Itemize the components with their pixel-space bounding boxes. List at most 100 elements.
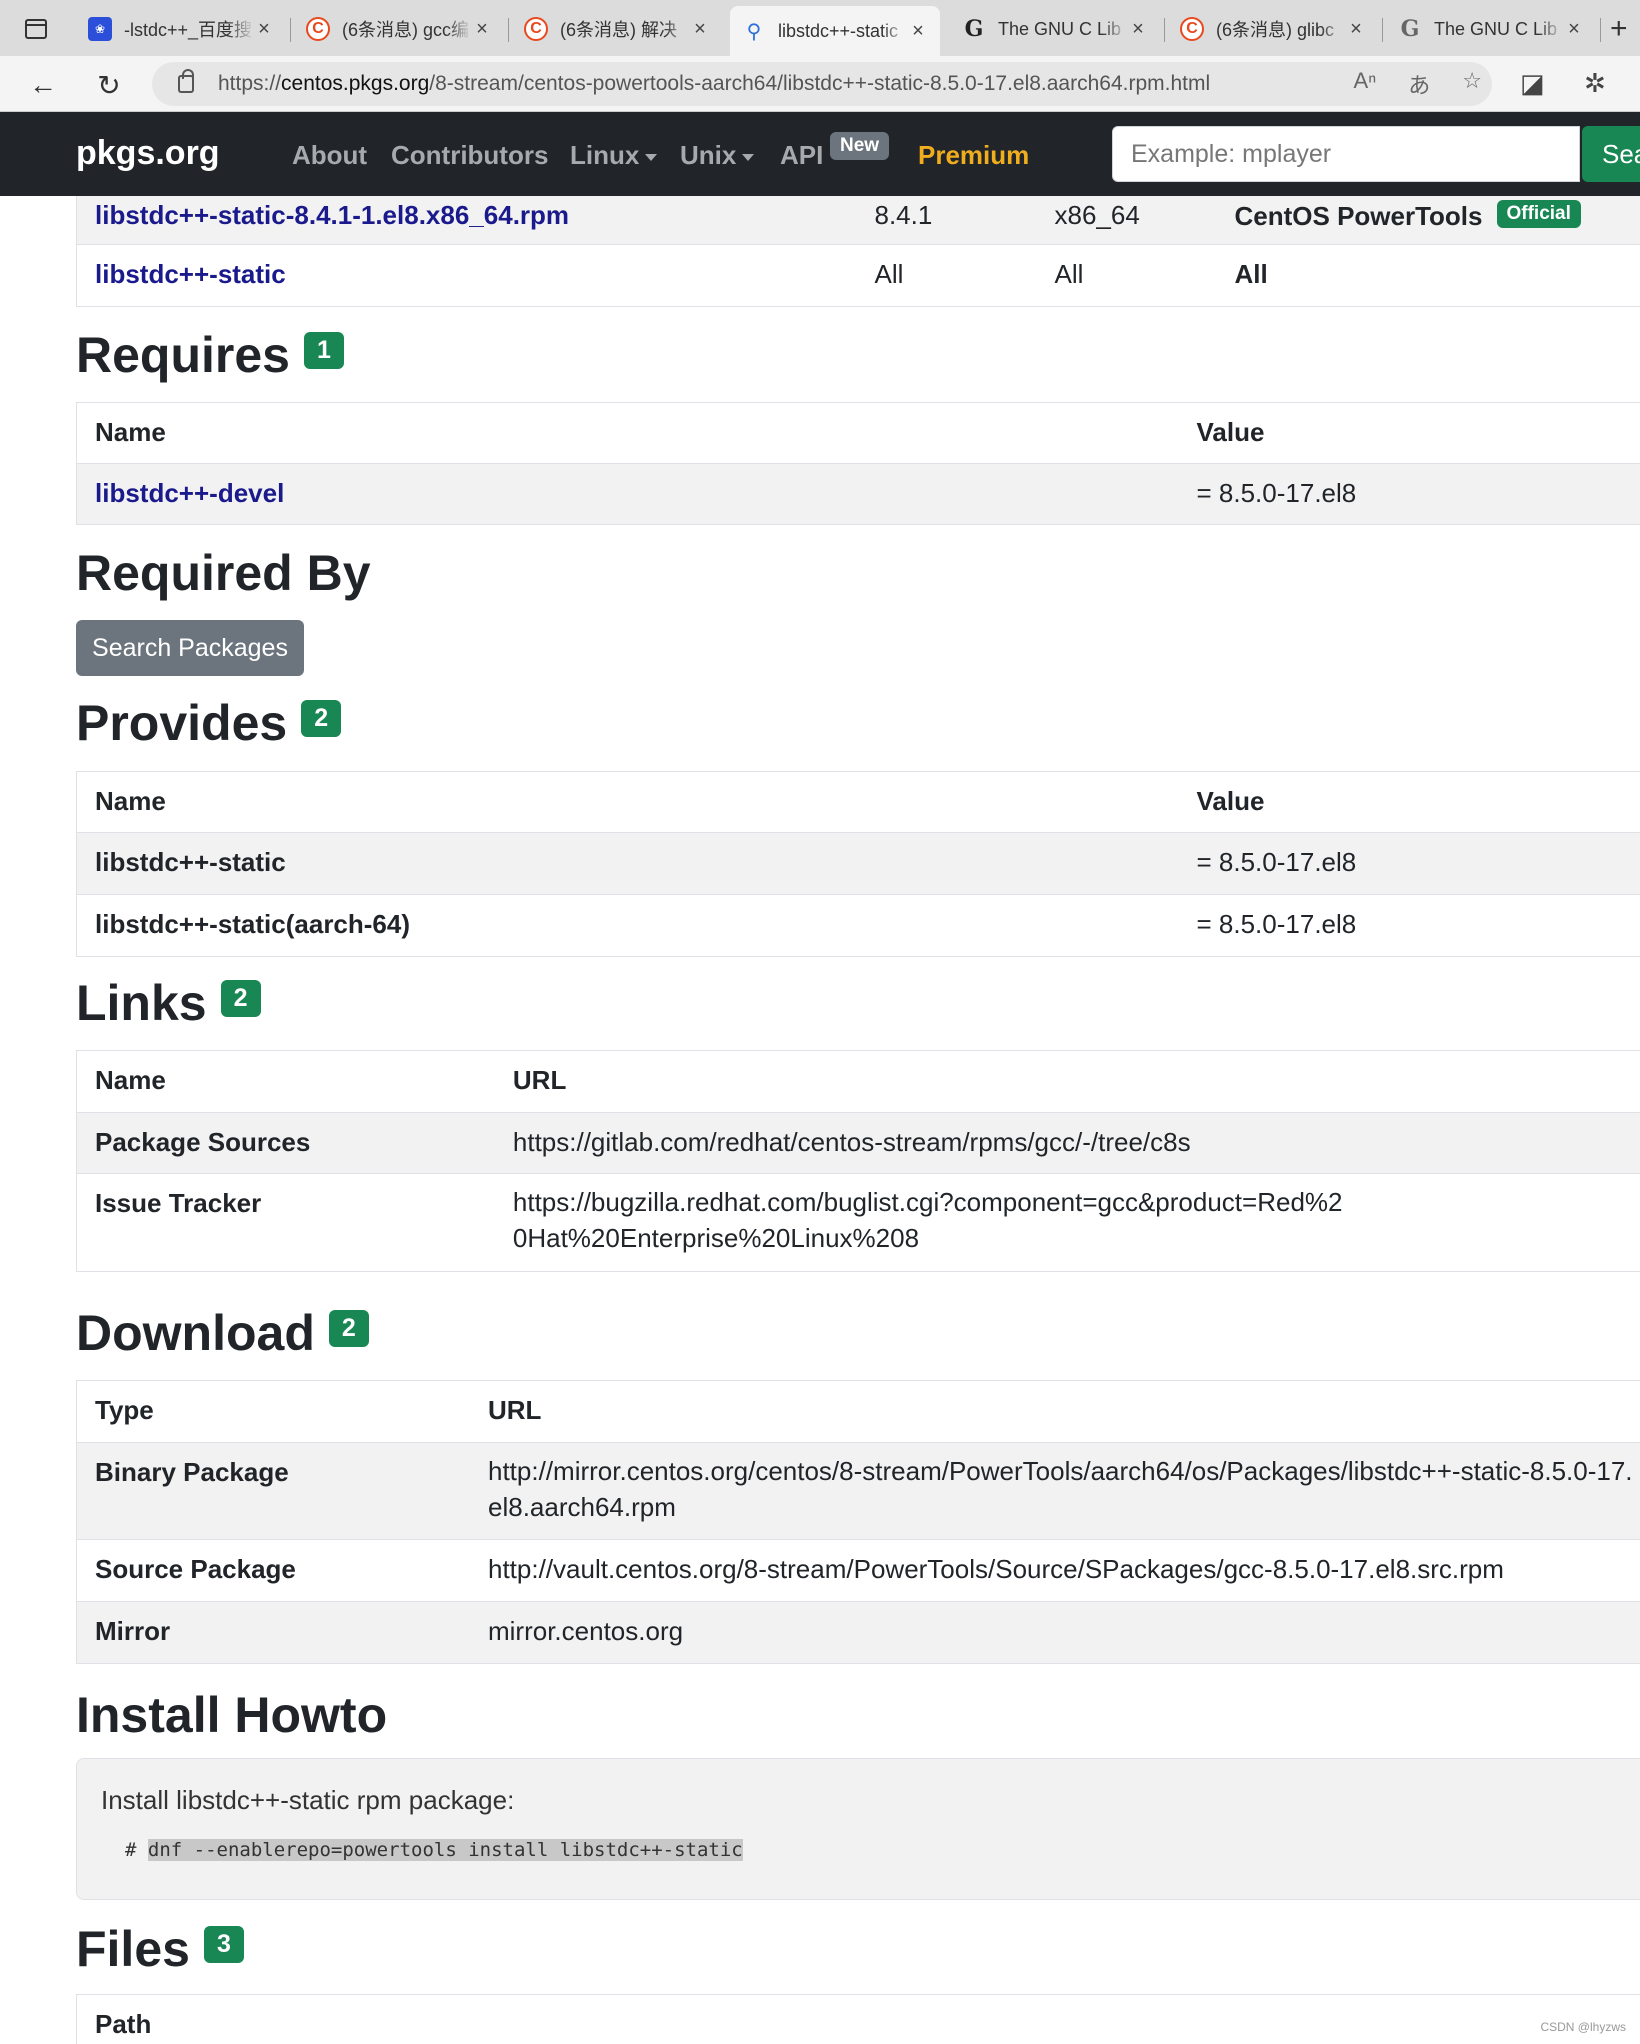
- value-cell: = 8.5.0-17.el8: [1178, 832, 1640, 895]
- nav-api[interactable]: API: [780, 140, 823, 171]
- browser-tab-2[interactable]: C (6条消息) gcc编 ×: [294, 6, 504, 52]
- url-text[interactable]: https://centos.pkgs.org/8-stream/centos-…: [218, 72, 1210, 96]
- files-heading: Files 3: [76, 1920, 244, 1978]
- heading-text: Requires: [76, 327, 290, 383]
- heading-text: Download: [76, 1305, 315, 1361]
- package-link[interactable]: libstdc++-static-8.4.1-1.el8.x86_64.rpm: [95, 200, 569, 230]
- source-package-url[interactable]: http://vault.centos.org/8-stream/PowerTo…: [470, 1539, 1640, 1602]
- tab-title: The GNU C Lib: [998, 18, 1122, 39]
- browser-tab-6[interactable]: C (6条消息) glibc ×: [1168, 6, 1378, 52]
- search-packages-button[interactable]: Search Packages: [76, 620, 304, 676]
- install-howto-box: Install libstdc++-static rpm package: # …: [76, 1758, 1640, 1900]
- link-url[interactable]: https://gitlab.com/redhat/centos-stream/…: [494, 1112, 1640, 1174]
- arrow-left-icon: ←: [29, 69, 57, 100]
- read-aloud-icon[interactable]: A͏ⁿ: [1354, 68, 1377, 100]
- arch-cell: x86_64: [1054, 200, 1140, 230]
- csdn-icon: C: [306, 17, 330, 41]
- nav-unix[interactable]: Unix: [680, 140, 755, 171]
- brand-logo[interactable]: pkgs.org: [76, 134, 220, 173]
- table-header-row: Name URL: [76, 1050, 1640, 1113]
- csdn-icon: C: [1180, 17, 1204, 41]
- repo-cell: CentOS PowerTools Official: [1217, 196, 1640, 244]
- reload-icon: ↻: [97, 69, 121, 101]
- column-header-name: Name: [76, 402, 1179, 464]
- extension-icon[interactable]: ◪: [1520, 68, 1545, 99]
- command-text[interactable]: dnf --enablerepo=powertools install libs…: [147, 1839, 743, 1861]
- address-bar[interactable]: https://centos.pkgs.org/8-stream/centos-…: [152, 62, 1492, 106]
- provides-heading: Provides 2: [76, 694, 342, 752]
- download-type: Mirror: [76, 1601, 470, 1664]
- install-howto-heading: Install Howto: [76, 1687, 388, 1743]
- close-icon[interactable]: ×: [1346, 18, 1366, 41]
- link-name: Package Sources: [76, 1112, 495, 1174]
- column-header-value: Value: [1178, 402, 1640, 464]
- search-icon: ⚲: [746, 20, 762, 43]
- link-name: Issue Tracker: [76, 1173, 495, 1272]
- nav-linux[interactable]: Linux: [570, 140, 658, 171]
- binary-package-url[interactable]: http://mirror.centos.org/centos/8-stream…: [488, 1453, 1638, 1525]
- tab-actions-button[interactable]: [14, 12, 58, 46]
- links-count-badge: 2: [220, 980, 261, 1017]
- table-row: Issue Tracker https://bugzilla.redhat.co…: [76, 1173, 1640, 1272]
- g-icon: G: [964, 16, 984, 42]
- translate-icon[interactable]: あ: [1408, 68, 1430, 100]
- browser-tab-3[interactable]: C (6条消息) 解决 ×: [512, 6, 722, 52]
- value-cell: = 8.5.0-17.el8: [1178, 894, 1640, 957]
- back-button[interactable]: ←: [26, 68, 60, 102]
- browser-tab-active[interactable]: ⚲ libstdc++-static ×: [730, 6, 940, 56]
- links-table: Name URL Package Sources https://gitlab.…: [76, 1050, 1640, 1272]
- new-tab-button[interactable]: +: [1610, 12, 1628, 46]
- browser-tab-1[interactable]: ❀ -lstdc++_百度搜 ×: [76, 6, 286, 52]
- table-row: Source Package http://vault.centos.org/8…: [76, 1539, 1640, 1602]
- download-url-cell: http://mirror.centos.org/centos/8-stream…: [470, 1442, 1640, 1540]
- provides-count-badge: 2: [301, 700, 342, 737]
- new-badge: New: [830, 132, 890, 160]
- table-header-row: Name Value: [76, 402, 1640, 464]
- download-type: Binary Package: [76, 1442, 470, 1540]
- column-header-path: Path: [76, 1994, 1640, 2044]
- close-icon[interactable]: ×: [690, 18, 710, 41]
- nav-premium[interactable]: Premium: [918, 140, 1029, 171]
- tab-separator: [290, 18, 291, 42]
- table-cell: libstdc++-static: [76, 243, 857, 306]
- close-icon[interactable]: ×: [254, 18, 274, 41]
- csdn-icon: C: [524, 17, 548, 41]
- links-heading: Links 2: [76, 974, 261, 1032]
- table-row: Package Sources https://gitlab.com/redha…: [76, 1112, 1640, 1174]
- close-icon[interactable]: ×: [1128, 18, 1148, 41]
- close-icon[interactable]: ×: [1564, 18, 1584, 41]
- close-icon[interactable]: ×: [472, 18, 492, 41]
- nav-about[interactable]: About: [292, 140, 367, 171]
- tab-title: (6条消息) gcc编: [342, 20, 470, 40]
- search-button[interactable]: Search: [1582, 126, 1640, 182]
- site-navbar: pkgs.org About Contributors Linux Unix A…: [0, 112, 1640, 196]
- puzzle-icon[interactable]: ✲: [1584, 68, 1606, 99]
- table-header-row: Name Value: [76, 771, 1640, 833]
- tab-separator: [508, 18, 509, 42]
- link-url[interactable]: https://bugzilla.redhat.com/buglist.cgi?…: [494, 1173, 1640, 1272]
- table-row: libstdc++-static = 8.5.0-17.el8: [76, 832, 1640, 895]
- close-icon[interactable]: ×: [908, 20, 928, 43]
- requirement-link[interactable]: libstdc++-devel: [95, 478, 284, 508]
- tab-title: The GNU C Lib: [1434, 18, 1558, 39]
- table-row: libstdc++-static-8.4.1-1.el8.x86_64.rpm …: [76, 196, 1640, 244]
- url-path: /8-stream/centos-powertools-aarch64/libs…: [429, 72, 1211, 95]
- browser-tab-7[interactable]: G The GNU C Lib ×: [1386, 6, 1596, 52]
- add-favorite-icon[interactable]: ☆: [1462, 68, 1482, 100]
- package-link[interactable]: libstdc++-static: [95, 259, 286, 289]
- install-howto-text: Install libstdc++-static rpm package:: [101, 1785, 515, 1815]
- issue-tracker-url[interactable]: https://bugzilla.redhat.com/buglist.cgi?…: [513, 1184, 1343, 1256]
- browser-tab-bar: ❀ -lstdc++_百度搜 × C (6条消息) gcc编 × C (6条消息…: [0, 0, 1640, 56]
- url-host: centos.pkgs.org: [281, 72, 430, 95]
- lock-icon: [178, 69, 194, 93]
- reload-button[interactable]: ↻: [92, 68, 126, 102]
- table-row: libstdc++-static(aarch-64) = 8.5.0-17.el…: [76, 894, 1640, 957]
- column-header-url: URL: [470, 1380, 1640, 1443]
- package-search-input[interactable]: [1112, 126, 1580, 182]
- nav-contributors[interactable]: Contributors: [391, 140, 548, 171]
- browser-tab-5[interactable]: G The GNU C Lib ×: [950, 6, 1160, 52]
- install-command[interactable]: # dnf --enablerepo=powertools install li…: [125, 1839, 743, 1861]
- mirror-url[interactable]: mirror.centos.org: [470, 1601, 1640, 1664]
- heading-text: Links: [76, 975, 207, 1031]
- download-table: Type URL Binary Package http://mirror.ce…: [76, 1380, 1640, 1664]
